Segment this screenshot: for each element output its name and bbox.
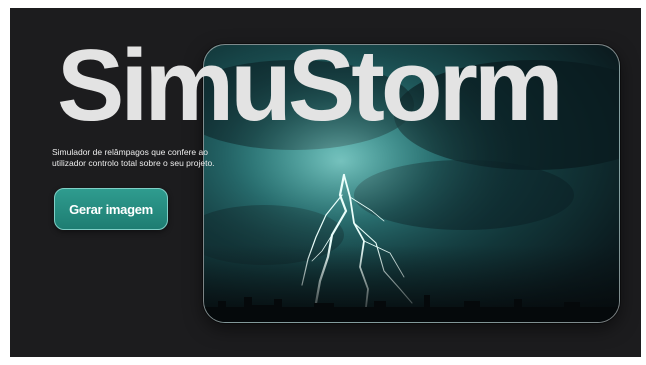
subtitle-line-2: utilizador controlo total sobre o seu pr… bbox=[52, 158, 215, 168]
hero-subtitle: Simulador de relâmpagos que confere ao u… bbox=[52, 147, 272, 169]
app-frame: SimuStorm Simulador de relâmpagos que co… bbox=[10, 8, 641, 357]
generate-image-button[interactable]: Gerar imagem bbox=[54, 188, 168, 230]
hero-title: SimuStorm bbox=[57, 30, 564, 142]
subtitle-line-1: Simulador de relâmpagos que confere ao bbox=[52, 147, 208, 157]
